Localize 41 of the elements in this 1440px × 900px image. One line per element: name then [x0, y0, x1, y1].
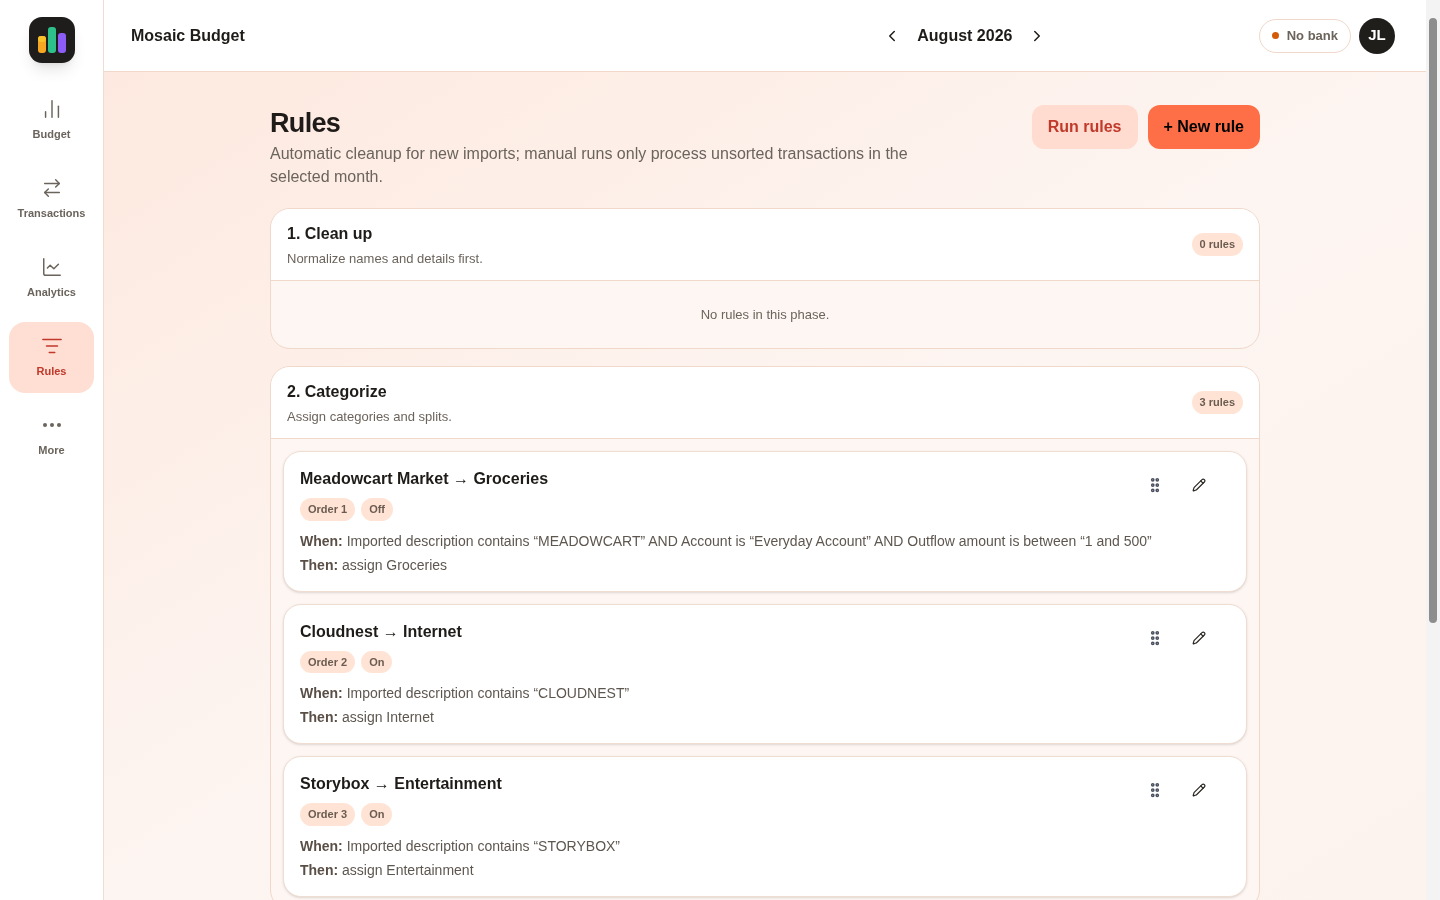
rule-condition: When: Imported description contains “MEADOWCART” AND Account is “Everyday Account” AND Outflow amount is between “1 and 500”	[300, 531, 1153, 551]
status-badge: On	[361, 803, 393, 826]
app-name: Mosaic Budget	[131, 25, 246, 46]
edit-icon[interactable]	[1192, 478, 1206, 492]
rule-action: Then: assign Internet	[300, 708, 435, 727]
order-badge: Order 3	[300, 803, 356, 826]
empty-message: No rules in this phase.	[700, 305, 830, 324]
nav-item[interactable]: More	[9, 401, 94, 472]
status-badge: On	[361, 650, 393, 673]
nav-item[interactable]: Transactions	[9, 164, 94, 235]
rule-action: Then: assign Entertainment	[300, 860, 475, 880]
status-badge: Off	[361, 498, 394, 521]
rule-condition: When: Imported description contains “STORYBOX”	[300, 836, 622, 856]
run-rules-button[interactable]: Run rules	[1031, 105, 1138, 149]
rule-title: Storybox → Entertainment	[300, 774, 502, 794]
phase-title: 1. Clean up	[287, 223, 374, 244]
rule-title: Meadowcart Market → Groceries	[300, 469, 549, 489]
rule-condition: When: Imported description contains “CLOUDNEST”	[300, 684, 631, 703]
phase-title: 2. Categorize	[287, 381, 388, 402]
order-badge: Order 1	[300, 498, 356, 521]
order-badge: Order 2	[300, 650, 356, 673]
rule-title: Cloudnest → Internet	[300, 621, 462, 642]
page-title: Rules	[270, 108, 342, 138]
rule-count-badge: 3 rules	[1191, 391, 1243, 414]
line-chart-icon	[40, 256, 63, 279]
app-logo[interactable]	[28, 17, 75, 63]
rule-action: Then: assign Groceries	[300, 555, 449, 575]
nav-item[interactable]: Rules	[9, 322, 94, 393]
bank-status: No bank	[1286, 26, 1338, 45]
edit-icon[interactable]	[1192, 630, 1206, 645]
nav-item[interactable]: Budget	[9, 85, 94, 156]
nav-item[interactable]: Analytics	[9, 243, 94, 314]
user-avatar[interactable]: JL	[1359, 17, 1395, 54]
phase-subtitle: Normalize names and details first.	[287, 249, 483, 268]
edit-icon[interactable]	[1192, 783, 1206, 797]
phase-subtitle: Assign categories and splits.	[287, 407, 452, 426]
month-label: August 2026	[917, 25, 1013, 46]
new-rule-button[interactable]: + New rule	[1147, 105, 1260, 149]
rule-count-badge: 0 rules	[1191, 233, 1243, 256]
more-icon	[42, 423, 61, 428]
page-description: Automatic cleanup for new imports; manual runs only process unsorted transactions in the selected month.	[270, 144, 909, 187]
